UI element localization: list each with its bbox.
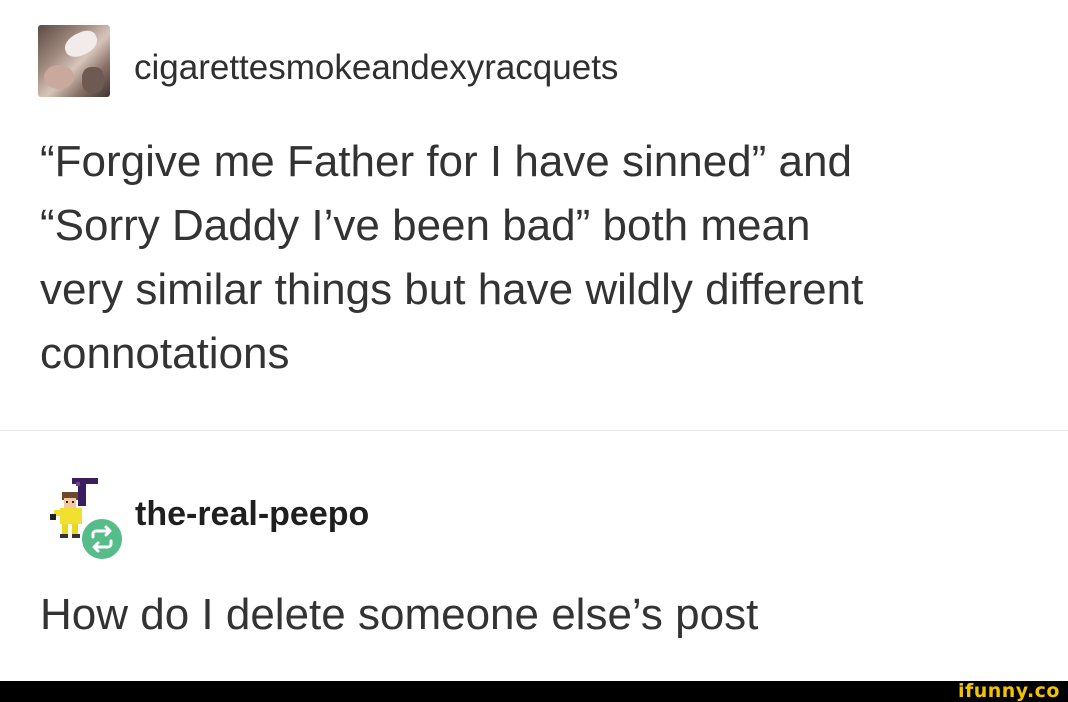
reblog-comment: How do I delete someone else’s post xyxy=(40,590,759,639)
reblog-badge xyxy=(80,517,124,561)
post-text-line: very similar things but have wildly diff… xyxy=(40,265,864,314)
post-text-line: “Sorry Daddy I’ve been bad” both mean xyxy=(40,201,811,250)
post-text-line: connotations xyxy=(40,329,290,378)
ifunny-watermark: ifunny.co xyxy=(957,680,1060,702)
post-text-line: “Forgive me Father for I have sinned” an… xyxy=(40,137,852,186)
avatar[interactable] xyxy=(38,25,110,97)
original-post: cigarettesmokeandexyracquets “Forgive me… xyxy=(0,0,1068,430)
reblog-icon xyxy=(91,525,113,553)
post-author-username[interactable]: cigarettesmokeandexyracquets xyxy=(134,48,618,88)
post-text: “Forgive me Father for I have sinned” an… xyxy=(40,130,1030,386)
reblog-post: the-real-peepo How do I delete someone e… xyxy=(0,431,1068,681)
reblogger-username[interactable]: the-real-peepo xyxy=(135,494,369,534)
footer-bar: ifunny.co xyxy=(0,681,1068,702)
